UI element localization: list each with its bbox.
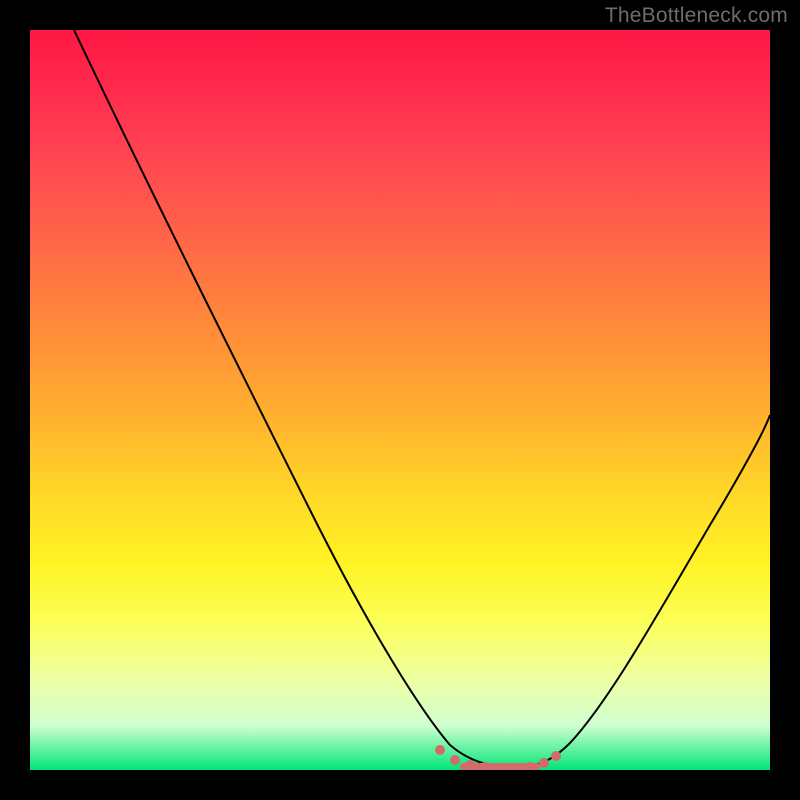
chart-svg: [30, 30, 770, 770]
curve-path: [74, 30, 770, 767]
plot-area: [30, 30, 770, 770]
watermark-text: TheBottleneck.com: [605, 4, 788, 28]
chart-frame: TheBottleneck.com: [0, 0, 800, 800]
